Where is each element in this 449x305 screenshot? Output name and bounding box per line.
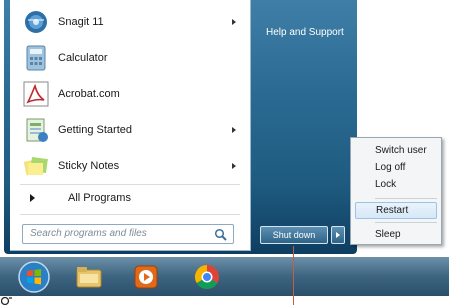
submenu-arrow-icon bbox=[232, 127, 236, 133]
program-item-snagit[interactable]: Snagit 11 bbox=[10, 5, 246, 39]
menu-item-label: Sleep bbox=[375, 229, 401, 240]
program-item-getting-started[interactable]: Getting Started bbox=[10, 113, 246, 147]
snagit-icon bbox=[25, 11, 47, 33]
media-player-icon bbox=[134, 265, 158, 288]
taskbar-media-player[interactable] bbox=[126, 260, 166, 293]
menu-item-switch-user[interactable]: Switch user bbox=[355, 142, 437, 159]
menu-item-label: Lock bbox=[375, 179, 397, 190]
program-item-acrobat[interactable]: Acrobat.com bbox=[10, 77, 246, 111]
expand-arrow-icon bbox=[30, 194, 35, 202]
callout-line bbox=[293, 246, 294, 305]
program-label: Acrobat.com bbox=[58, 88, 120, 100]
callout-marker-icon bbox=[1, 296, 12, 305]
all-programs-button[interactable]: All Programs bbox=[20, 186, 240, 210]
divider bbox=[375, 198, 437, 199]
all-programs-label: All Programs bbox=[68, 192, 131, 204]
calculator-icon bbox=[26, 45, 46, 71]
menu-item-label: Restart bbox=[376, 205, 409, 216]
start-orb-icon bbox=[18, 260, 50, 293]
program-label: Calculator bbox=[58, 52, 108, 64]
divider bbox=[20, 184, 240, 185]
taskbar bbox=[0, 257, 449, 296]
menu-item-sleep[interactable]: Sleep bbox=[355, 226, 437, 243]
chrome-icon bbox=[194, 264, 219, 289]
sticky-notes-icon bbox=[23, 156, 48, 176]
search-icon[interactable] bbox=[214, 228, 228, 241]
taskbar-chrome[interactable] bbox=[187, 260, 227, 293]
shutdown-label: Shut down bbox=[272, 230, 316, 240]
menu-item-log-off[interactable]: Log off bbox=[355, 159, 437, 176]
taskbar-explorer[interactable] bbox=[69, 260, 109, 293]
getting-started-icon bbox=[26, 118, 48, 142]
acrobat-icon bbox=[23, 81, 49, 107]
program-item-calculator[interactable]: Calculator bbox=[10, 41, 246, 75]
menu-item-label: Log off bbox=[375, 162, 406, 173]
start-menu-programs-panel: Snagit 11 Calculator Acrobat.com Getting… bbox=[10, 0, 251, 251]
program-label: Sticky Notes bbox=[58, 160, 120, 172]
shutdown-options-button[interactable] bbox=[331, 226, 345, 244]
program-label: Getting Started bbox=[58, 124, 132, 136]
divider bbox=[20, 214, 240, 215]
start-button[interactable] bbox=[14, 260, 54, 293]
menu-item-restart[interactable]: Restart bbox=[355, 202, 437, 219]
program-label: Snagit 11 bbox=[58, 16, 104, 28]
screenshot-stage: Snagit 11 Calculator Acrobat.com Getting… bbox=[0, 0, 449, 305]
shutdown-button[interactable]: Shut down bbox=[260, 226, 328, 244]
search-input[interactable]: Search programs and files bbox=[22, 224, 234, 244]
chevron-right-icon bbox=[336, 232, 340, 238]
help-and-support-link[interactable]: Help and Support bbox=[266, 27, 344, 38]
divider bbox=[375, 222, 437, 223]
explorer-icon bbox=[76, 266, 102, 287]
submenu-arrow-icon bbox=[232, 163, 236, 169]
shutdown-options-menu: Switch user Log off Lock Restart Sleep bbox=[350, 137, 442, 245]
submenu-arrow-icon bbox=[232, 19, 236, 25]
program-item-sticky-notes[interactable]: Sticky Notes bbox=[10, 149, 246, 183]
menu-item-lock[interactable]: Lock bbox=[355, 176, 437, 193]
menu-item-label: Switch user bbox=[375, 145, 427, 156]
search-placeholder: Search programs and files bbox=[30, 228, 147, 239]
